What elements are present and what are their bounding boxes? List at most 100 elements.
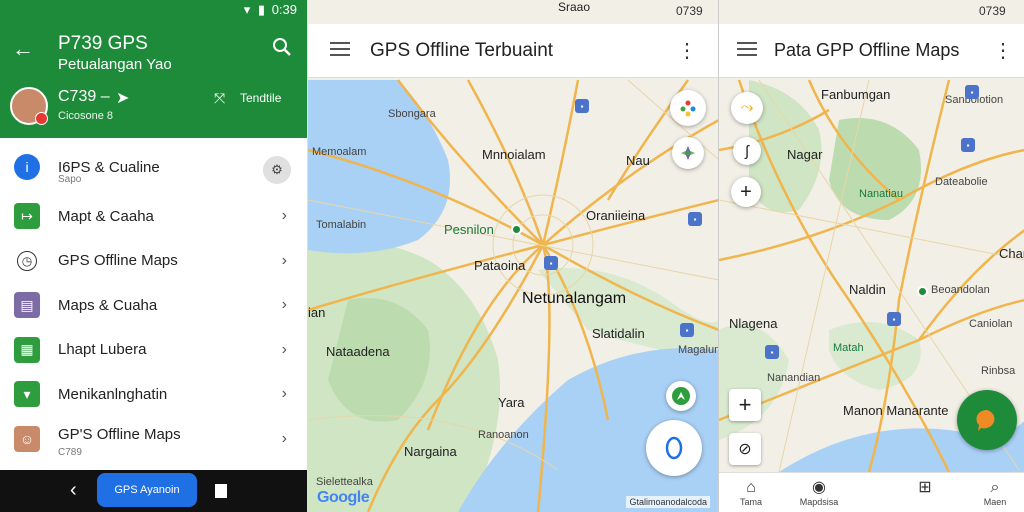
bottom-nav-add[interactable]: ⊞	[895, 479, 955, 497]
map-label: Oraniieina	[586, 208, 646, 223]
highway-shield-icon: ▪	[688, 212, 702, 226]
home-icon: ⌂	[746, 479, 756, 496]
menu-item-label: Maps & Cuaha	[58, 296, 158, 314]
map-label: ian	[308, 305, 326, 320]
status-time: 0739	[676, 4, 703, 18]
layers-icon[interactable]	[670, 90, 706, 126]
menu-item-maps-cuaha[interactable]: ▤ Maps & Cuaha ›	[0, 283, 307, 328]
map-label: Slatidalin	[592, 326, 645, 341]
menu-item-label: GPS Offline Maps	[58, 252, 178, 270]
route-icon[interactable]: ⤳	[731, 92, 763, 124]
left-drawer-screen: ▾ ▮ 0:39 ← P739 GPS Petualangan Yao C739…	[0, 0, 307, 512]
menu-icon[interactable]	[330, 42, 350, 56]
status-time: 0739	[979, 4, 1006, 18]
bottom-nav-home[interactable]: ⌂ Tama	[721, 479, 781, 507]
chevron-right-icon: ›	[281, 340, 287, 358]
map-label: Magalum	[678, 344, 718, 356]
menu-item-gps-offline-maps[interactable]: ◷ GPS Offline Maps ›	[0, 239, 307, 284]
clock-icon: ◷	[17, 250, 37, 271]
compass-icon[interactable]	[672, 137, 704, 169]
place-marker-icon[interactable]	[511, 224, 522, 235]
map-screen-right: Pata GPP Offline Maps ⋮ 0739 Fanbumgan S…	[718, 0, 1024, 512]
map-label: Matah	[833, 342, 864, 354]
account-sub: Cicosone 8	[58, 110, 114, 122]
map-label: Sielettealka	[316, 476, 373, 488]
map-label: Nlagena	[729, 316, 778, 331]
my-location-button[interactable]	[646, 420, 702, 476]
place-marker-icon[interactable]	[917, 286, 928, 297]
highway-shield-icon: ▪	[887, 312, 901, 326]
map-label: Manon Manarante	[843, 403, 949, 418]
search-icon[interactable]	[271, 36, 293, 58]
map-label: Sraao	[558, 0, 591, 14]
chat-fab-button[interactable]	[957, 390, 1017, 450]
status-icons: ▾ ▮	[243, 2, 267, 17]
menu-item-menikanlnghatin[interactable]: ▾ Menikanlnghatin ›	[0, 372, 307, 417]
chevron-right-icon: ›	[281, 429, 287, 447]
bookmark-icon[interactable]	[215, 484, 227, 498]
menu-item-sub: C789	[58, 446, 82, 458]
more-options-icon[interactable]: ⋮	[993, 38, 1013, 63]
more-options-icon[interactable]: ⋮	[677, 38, 697, 63]
bottom-nav-explore[interactable]: ◉ Mapdsisa	[789, 479, 849, 507]
app-title: GPS Offline Terbuaint	[370, 40, 554, 61]
zoom-in-button[interactable]: +	[729, 389, 761, 421]
menu-icon[interactable]	[737, 42, 757, 56]
back-arrow-icon[interactable]: ←	[12, 36, 34, 62]
highway-shield-icon: ▪	[544, 256, 558, 270]
menu-item-mapt-caaha[interactable]: ↦ Mapt & Caaha ›	[0, 194, 307, 239]
menu-item-label: Menikanlnghatin	[58, 385, 168, 403]
chevron-right-icon: ›	[281, 251, 287, 269]
menu-item-label: I6PS & Cualine	[58, 158, 160, 176]
navigate-icon[interactable]: ➤	[116, 88, 129, 108]
bottom-nav-label: Tama	[739, 497, 762, 507]
settings-icon[interactable]: ⚙	[263, 156, 291, 184]
map-label: Nau	[626, 153, 650, 168]
zoom-in-icon[interactable]: +	[731, 177, 761, 207]
map-label: Rinbsa	[981, 365, 1016, 377]
map-label: Nagar	[787, 147, 823, 162]
header-title: P739 GPS	[58, 33, 148, 54]
drawer-header: ▾ ▮ 0:39 ← P739 GPS Petualangan Yao C739…	[0, 0, 307, 138]
expand-icon[interactable]: ⤧	[214, 90, 225, 107]
menu-item-gps-offline-maps-2[interactable]: ☺ GP'S Offline Maps C789 ›	[0, 417, 307, 462]
bottom-nav-label: Mapdsisa	[799, 497, 839, 507]
search-icon: ⌕	[990, 479, 1000, 496]
map-label: Caniolan	[969, 318, 1013, 330]
account-name: C739 –	[58, 88, 110, 105]
menu-item-label: GP'S Offline Maps	[58, 426, 181, 444]
highway-shield-icon: ▪	[965, 85, 979, 99]
map-label: Naldin	[849, 282, 886, 297]
system-nav-bar: ‹ GPS Ayanoin	[0, 470, 307, 512]
profile-photo-icon: ☺	[14, 425, 40, 452]
turn-icon[interactable]: ʃ	[733, 137, 761, 165]
nav-back-icon[interactable]: ‹	[70, 479, 77, 502]
download-icon: ▾	[14, 381, 40, 408]
nav-pill-button[interactable]: GPS Ayanoin	[97, 473, 197, 507]
map-label: Nanandian	[767, 372, 821, 384]
map-thumbnail-icon: ▤	[14, 292, 40, 319]
menu-item-lhapt-lubera[interactable]: ▦ Lhapt Lubera ›	[0, 328, 307, 373]
chevron-right-icon: ›	[281, 207, 287, 224]
directions-icon[interactable]	[666, 381, 696, 411]
map-label: Netunalangam	[522, 290, 627, 307]
map-label: Nataadena	[326, 344, 390, 359]
document-icon: ▦	[14, 336, 40, 363]
map-scale-label: Gtalimoanodalcoda	[626, 496, 710, 508]
highway-shield-icon: ▪	[575, 99, 589, 113]
map-label: Nargaina	[404, 444, 457, 459]
avatar[interactable]	[10, 87, 48, 125]
menu-item-gps-cualine[interactable]: i I6PS & Cualine Sapo ⚙	[0, 140, 307, 194]
bottom-nav-search[interactable]: ⌕ Maen	[965, 479, 1024, 507]
highway-shield-icon: ▪	[961, 138, 975, 152]
map-screen-center: GPS Offline Terbuaint ⋮ Sraao 0739 Sbong…	[307, 0, 718, 512]
drawer-menu: i I6PS & Cualine Sapo ⚙ ↦ Mapt & Caaha ›…	[0, 140, 307, 461]
recenter-icon[interactable]: ⊘	[729, 433, 761, 465]
map-label: Fanbumgan	[821, 87, 891, 102]
app-bar: GPS Offline Terbuaint ⋮	[308, 24, 718, 78]
status-time: 0:39	[271, 2, 297, 17]
map-label: Nanatiau	[859, 188, 904, 200]
map-label: Sbongara	[388, 108, 436, 120]
app-title: Pata GPP Offline Maps	[774, 40, 960, 60]
account-right-label[interactable]: Tendtile	[240, 91, 281, 105]
